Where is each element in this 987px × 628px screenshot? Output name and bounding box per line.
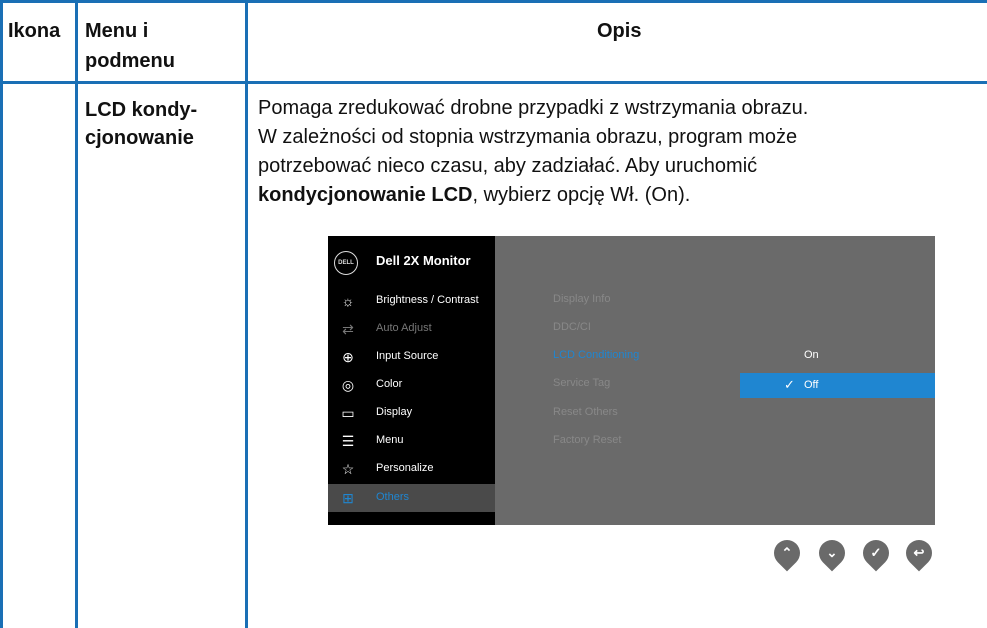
color-icon: ◎ [341, 377, 355, 393]
description: Pomaga zredukować drobne przypadki z wst… [258, 94, 973, 210]
check-icon: ✓ [784, 377, 795, 392]
option-label: On [804, 349, 819, 361]
description-line-4-rest: , wybierz opcję Wł. (On). [472, 184, 691, 206]
display-icon: ▭ [341, 405, 355, 421]
osd-item-display[interactable]: ▭ Display [328, 399, 495, 427]
header-menu: Menu i podmenu [85, 20, 175, 72]
auto-adjust-icon: ⇄ [342, 321, 354, 337]
option-off[interactable]: ✓ Off [740, 373, 935, 398]
submenu-lcd-conditioning[interactable]: LCD Conditioning [553, 349, 639, 361]
submenu-display-info[interactable]: Display Info [553, 293, 610, 305]
input-source-icon: ⊕ [342, 349, 354, 365]
back-icon: ↩ [913, 545, 925, 560]
osd-item-label: Personalize [376, 462, 434, 474]
osd-item-brightness-contrast[interactable]: ☼ Brightness / Contrast [328, 287, 495, 315]
nav-up-button[interactable]: ⌃ [768, 534, 806, 574]
description-line-4: kondycjonowanie LCD, wybierz opcję Wł. (… [258, 181, 973, 210]
osd-screenshot: DELL Dell 2X Monitor ☼ Brightness / Cont… [328, 236, 935, 525]
table-left-rule [0, 0, 3, 628]
osd-item-input-source[interactable]: ⊕ Input Source [328, 343, 495, 371]
osd-item-label: Menu [376, 434, 404, 446]
star-icon: ☆ [341, 461, 355, 477]
osd-item-auto-adjust[interactable]: ⇄ Auto Adjust [328, 315, 495, 343]
nav-back-button[interactable]: ↩ [900, 534, 938, 574]
submenu-ddc-ci[interactable]: DDC/CI [553, 321, 591, 333]
brightness-icon: ☼ [341, 293, 355, 309]
osd-item-label: Display [376, 406, 413, 418]
option-on[interactable]: On [740, 343, 935, 368]
down-arrow-icon: ⌄ [826, 545, 838, 560]
others-icon: ⊞ [342, 490, 354, 506]
osd-item-label: Color [376, 378, 403, 390]
osd-header: DELL Dell 2X Monitor [328, 236, 495, 284]
table-top-rule [0, 0, 987, 3]
osd-item-label: Auto Adjust [376, 322, 432, 334]
osd-item-menu[interactable]: ☰ Menu [328, 427, 495, 455]
osd-item-personalize[interactable]: ☆ Personalize [328, 455, 495, 483]
description-line-2: W zależności od stopnia wstrzymania obra… [258, 126, 798, 148]
header-description: Opis [597, 20, 642, 42]
header-icon: Ikona [8, 20, 61, 42]
osd-main-menu: DELL Dell 2X Monitor ☼ Brightness / Cont… [328, 236, 495, 525]
osd-item-others[interactable]: ⊞ Others [328, 484, 495, 512]
table-header-rule [0, 81, 987, 84]
table-col-divider-2 [245, 0, 248, 628]
osd-item-label: Others [376, 491, 410, 503]
description-bold-term: kondycjonowanie LCD [258, 184, 473, 206]
nav-down-button[interactable]: ⌄ [813, 534, 851, 574]
osd-item-label: Brightness / Contrast [376, 294, 479, 306]
submenu-reset-others[interactable]: Reset Others [553, 406, 618, 418]
menu-label: LCD kondy- cjonowanie [85, 99, 198, 149]
osd-item-label: Input Source [376, 350, 439, 362]
dell-logo: DELL [334, 251, 358, 275]
up-arrow-icon: ⌃ [781, 545, 793, 560]
menu-icon: ☰ [341, 433, 355, 449]
check-icon: ✓ [870, 545, 882, 560]
nav-confirm-button[interactable]: ✓ [857, 534, 895, 574]
submenu-factory-reset[interactable]: Factory Reset [553, 434, 621, 446]
description-line-3: potrzebować nieco czasu, aby zadziałać. … [258, 155, 758, 177]
osd-item-color[interactable]: ◎ Color [328, 371, 495, 399]
option-label: Off [804, 379, 819, 391]
submenu-service-tag[interactable]: Service Tag [553, 377, 610, 389]
description-line-1: Pomaga zredukować drobne przypadki z wst… [258, 97, 809, 119]
table-col-divider-1 [75, 0, 78, 628]
osd-title: Dell 2X Monitor [376, 253, 471, 268]
